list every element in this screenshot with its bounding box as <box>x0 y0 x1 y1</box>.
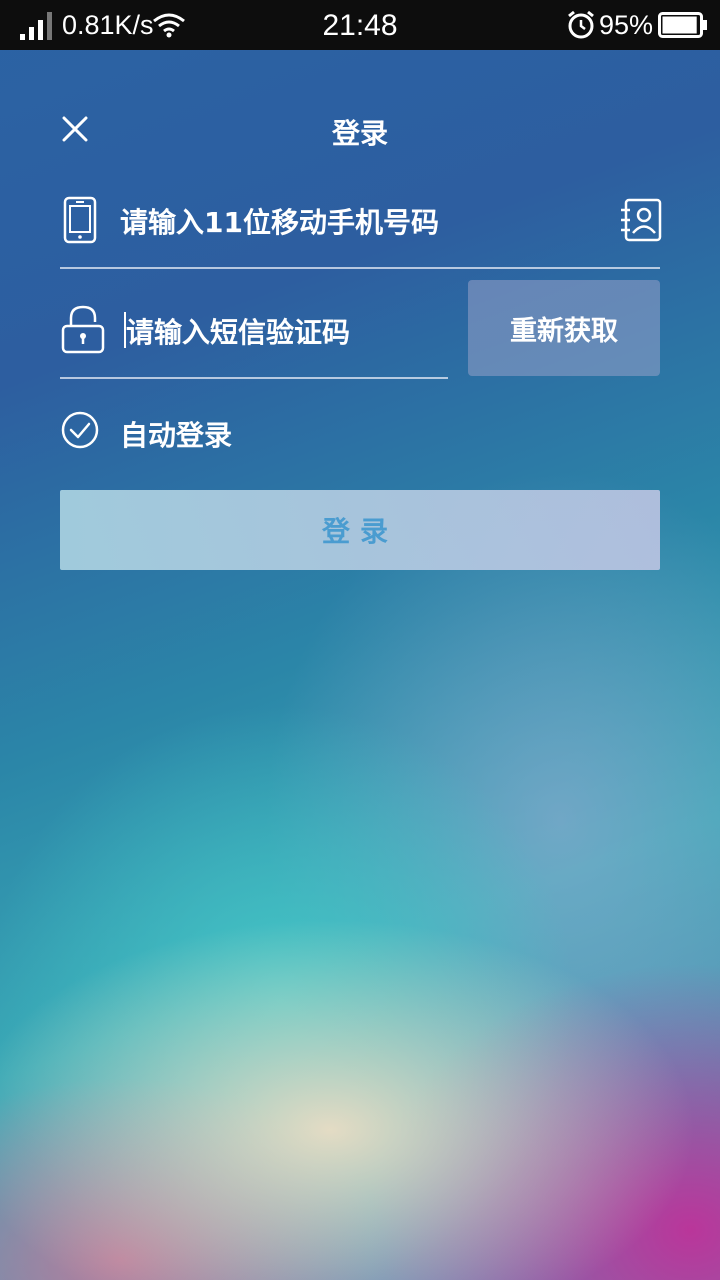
phone-field-underline <box>60 267 660 269</box>
phone-number-input[interactable] <box>120 200 600 244</box>
battery-percent: 95% <box>599 10 654 40</box>
auto-login-label[interactable]: 自动登录 <box>120 414 232 454</box>
page-title: 登录 <box>331 117 388 150</box>
status-bar: 0.81K/s 21:48 95% <box>0 0 720 50</box>
lock-icon <box>61 305 105 354</box>
login-button[interactable]: 登录 <box>60 490 660 570</box>
resend-code-button[interactable]: 重新获取 <box>468 280 660 376</box>
sms-code-input[interactable] <box>126 310 446 354</box>
battery-icon <box>658 12 707 38</box>
checkmark-circle-icon[interactable] <box>60 410 100 450</box>
alarm-icon <box>568 10 594 39</box>
code-field-underline <box>60 377 448 379</box>
phone-icon <box>63 196 97 244</box>
contacts-icon[interactable] <box>620 198 662 242</box>
